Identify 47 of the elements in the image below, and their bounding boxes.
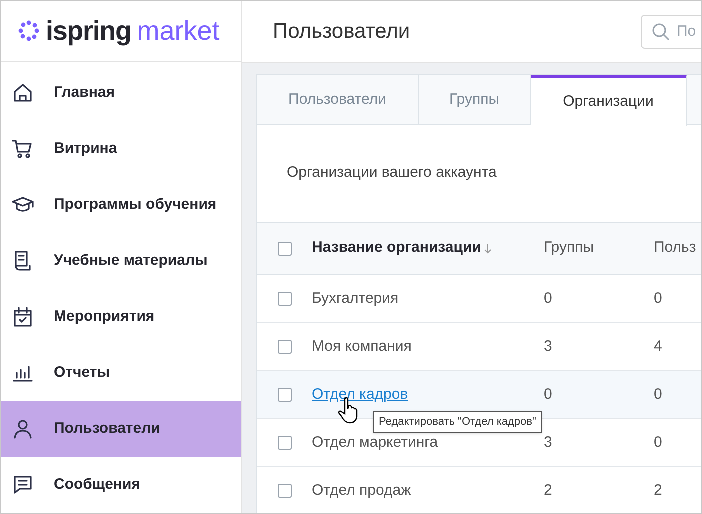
section-title: Организации вашего аккаунта [287,163,497,184]
checkbox[interactable] [278,292,292,306]
table-cell: 0 [654,434,662,450]
home-icon [12,82,34,104]
table-cell: 0 [654,386,662,402]
table-cell: 4 [654,338,662,354]
sidebar-item[interactable]: Сообщения [1,457,241,513]
checkbox[interactable] [278,388,292,402]
table-cell: Отдел маркетинга [312,434,438,450]
calendar-icon [12,306,34,328]
sidebar-item[interactable]: Пользователи [1,401,241,457]
tab[interactable]: Организации [531,75,687,126]
column-header[interactable]: Группы [544,237,594,260]
table-cell: Бухгалтерия [312,290,399,306]
table-cell: 2 [654,482,662,498]
sidebar-item[interactable]: Отчеты [1,345,241,401]
tooltip: Редактировать "Отдел кадров" [373,411,542,433]
sidebar-item[interactable]: Главная [1,65,241,121]
sidebar-item[interactable]: Учебные материалы [1,233,241,289]
logo-icon [18,20,40,42]
table-cell: 3 [544,338,552,354]
cart-icon [12,138,34,160]
table-cell: 3 [544,434,552,450]
sidebar-item[interactable]: Витрина [1,121,241,177]
column-header[interactable]: Польз [654,237,696,260]
checkbox[interactable] [278,340,292,354]
search-field[interactable]: По [641,14,701,48]
table-cell: 0 [544,386,552,402]
table-cell: 0 [544,290,552,306]
user-icon [12,418,34,440]
table-cell: Отдел продаж [312,482,412,498]
table-cell: 0 [654,290,662,306]
checkbox[interactable] [278,436,292,450]
checkbox[interactable] [278,484,292,498]
checkbox[interactable] [278,242,292,256]
sidebar-item[interactable]: Программы обучения [1,177,241,233]
sidebar-item[interactable]: Мероприятия [1,289,241,345]
table-cell: Моя компания [312,338,412,354]
logo-text: market [137,18,220,44]
page-title: Пользователи [273,18,410,45]
document-icon [12,250,34,272]
column-header[interactable]: Название организации [312,237,482,260]
table-cell: 2 [544,482,552,498]
organization-link[interactable]: Отдел кадров [312,386,408,402]
search-icon [652,22,670,40]
message-icon [12,474,34,496]
logo-text: ispring [46,18,132,44]
